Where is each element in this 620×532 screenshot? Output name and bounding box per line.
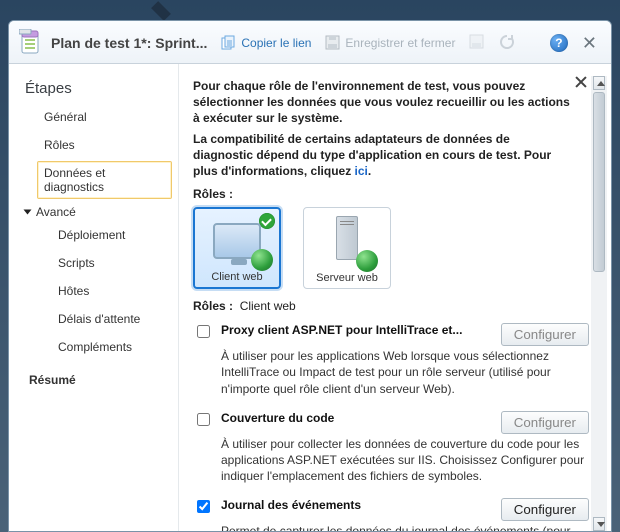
sidebar-item-addins[interactable]: Compléments — [51, 335, 172, 359]
sidebar-item-hosts[interactable]: Hôtes — [51, 279, 172, 303]
vertical-scrollbar[interactable] — [591, 76, 607, 531]
sidebar-advanced-label: Avancé — [36, 205, 76, 219]
copy-link-label: Copier le lien — [241, 36, 311, 50]
role-tile-client-web[interactable]: Client web — [193, 207, 281, 289]
adapter-title: Proxy client ASP.NET pour IntelliTrace e… — [221, 323, 493, 337]
save-button[interactable] — [469, 34, 485, 53]
sidebar-item-summary[interactable]: Résumé — [29, 373, 172, 387]
adapter-description: À utiliser pour les applications Web lor… — [221, 348, 589, 397]
role-tile-label: Serveur web — [316, 272, 378, 284]
selected-role-value: Client web — [240, 299, 296, 313]
sidebar-heading: Étapes — [25, 80, 172, 97]
sidebar-item-general[interactable]: Général — [37, 105, 172, 129]
adapter-row: Couverture du code Configurer À utiliser… — [193, 407, 589, 495]
adapter-row: Journal des événements Configurer Permet… — [193, 494, 589, 531]
close-panel-icon[interactable] — [573, 74, 589, 90]
window-title: Plan de test 1*: Sprint... — [51, 35, 207, 51]
configure-button[interactable]: Configurer — [501, 498, 589, 521]
steps-sidebar: Étapes Général Rôles Données et diagnost… — [9, 64, 179, 531]
globe-icon — [356, 250, 378, 272]
server-icon — [336, 216, 358, 260]
sidebar-item-deployment[interactable]: Déploiement — [51, 223, 172, 247]
close-window-icon[interactable]: ✕ — [578, 33, 601, 54]
intro-text-2-body: La compatibilité de certains adaptateurs… — [193, 132, 551, 178]
roles-tile-row: Client web Serveur web — [193, 207, 607, 289]
settings-window: Plan de test 1*: Sprint... Copier le lie… — [8, 20, 612, 532]
intro-text-1: Pour chaque rôle de l'environnement de t… — [193, 78, 607, 127]
sidebar-item-timeouts[interactable]: Délais d'attente — [51, 307, 172, 331]
test-plan-icon — [19, 29, 43, 57]
sidebar-item-scripts[interactable]: Scripts — [51, 251, 172, 275]
chevron-down-icon — [24, 210, 32, 215]
save-and-close-button[interactable]: Enregistrer et fermer — [325, 35, 455, 51]
adapter-row: Proxy client ASP.NET pour IntelliTrace e… — [193, 319, 589, 407]
sidebar-advanced-toggle[interactable]: Avancé — [25, 205, 172, 219]
copy-link-icon — [221, 35, 237, 51]
main-panel: Pour chaque rôle de l'environnement de t… — [179, 64, 611, 531]
selected-role-label: Rôles : Client web — [193, 299, 607, 313]
intro-text-2: La compatibilité de certains adaptateurs… — [193, 131, 607, 180]
adapter-checkbox-event-log[interactable] — [197, 500, 210, 513]
sidebar-item-roles[interactable]: Rôles — [37, 133, 172, 157]
adapter-checkbox-aspnet-proxy[interactable] — [197, 325, 210, 338]
adapter-title: Couverture du code — [221, 411, 493, 425]
sidebar-item-data-diagnostics[interactable]: Données et diagnostics — [37, 161, 172, 199]
configure-button[interactable]: Configurer — [501, 323, 589, 346]
copy-link-button[interactable]: Copier le lien — [221, 35, 311, 51]
titlebar: Plan de test 1*: Sprint... Copier le lie… — [9, 21, 611, 64]
save-close-label: Enregistrer et fermer — [345, 36, 455, 50]
scroll-up-arrow-icon[interactable] — [593, 76, 605, 90]
adapter-description: À utiliser pour collecter les données de… — [221, 436, 589, 485]
help-icon[interactable]: ? — [550, 34, 568, 52]
globe-icon — [251, 249, 273, 271]
scroll-thumb[interactable] — [593, 92, 605, 272]
adapter-title: Journal des événements — [221, 498, 493, 512]
role-tile-label: Client web — [211, 271, 262, 283]
scroll-down-arrow-icon[interactable] — [593, 517, 605, 531]
save-close-icon — [325, 35, 341, 51]
checkmark-icon — [259, 213, 275, 229]
configure-button[interactable]: Configurer — [501, 411, 589, 434]
role-tile-server-web[interactable]: Serveur web — [303, 207, 391, 289]
adapter-checkbox-code-coverage[interactable] — [197, 413, 210, 426]
adapter-list: Proxy client ASP.NET pour IntelliTrace e… — [193, 319, 607, 531]
roles-label: Rôles : — [193, 187, 607, 201]
refresh-button[interactable] — [499, 34, 515, 53]
save-icon — [469, 34, 485, 50]
adapter-description: Permet de capturer les données du journa… — [221, 523, 589, 531]
toolbar: Copier le lien Enregistrer et fermer — [221, 33, 601, 54]
refresh-icon — [499, 34, 515, 50]
more-info-link[interactable]: ici — [355, 164, 368, 178]
